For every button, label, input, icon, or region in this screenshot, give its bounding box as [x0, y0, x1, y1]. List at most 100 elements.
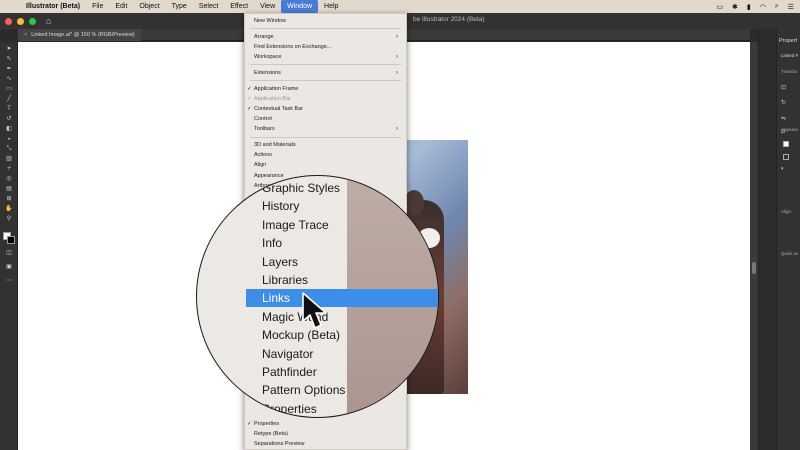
menu-item-retype-beta[interactable]: Retype (Beta) [245, 429, 406, 439]
menu-item-arrange[interactable]: Arrange › [245, 32, 406, 42]
hand-tool-icon[interactable]: ✋ [4, 206, 14, 213]
magnified-item-links[interactable]: Links [246, 289, 438, 308]
menu-object[interactable]: Object [133, 0, 165, 13]
menu-item-label: Application Bar [254, 95, 291, 102]
checkmark-icon: ✓ [247, 95, 252, 102]
menu-item-label: Separations Preview [254, 441, 305, 448]
opacity-icon[interactable]: ◐ [781, 166, 785, 172]
bluetooth-icon[interactable]: ✱ [732, 3, 738, 11]
magnified-item-navigator[interactable]: Navigator [197, 345, 438, 363]
magnified-item-label: Image Trace [262, 217, 329, 232]
panel-subtitle: Linked F [781, 53, 799, 58]
vertical-scrollbar[interactable] [750, 42, 758, 450]
magnified-item-label: Graphic Styles [262, 181, 341, 195]
menu-item-extensions[interactable]: Extensions › [245, 68, 406, 78]
magnified-item-info[interactable]: Info [197, 234, 438, 252]
menu-window[interactable]: Window [281, 0, 319, 13]
menu-file[interactable]: File [86, 0, 109, 13]
zoom-window-button[interactable] [29, 17, 36, 25]
shape-builder-tool-icon[interactable]: ◒ [4, 136, 14, 143]
control-center-icon[interactable]: ☰ [788, 3, 794, 11]
menu-item-actions[interactable]: Actions [245, 150, 406, 160]
menu-bar-items: Illustrator (Beta) File Edit Object Type Sele… [20, 0, 344, 13]
gradient-tool-icon[interactable]: ▥ [4, 156, 14, 163]
menu-type[interactable]: Type [166, 0, 193, 13]
magnified-item-label: Layers [262, 254, 299, 269]
magnified-item-properties[interactable]: Properties ✓ [197, 400, 438, 417]
properties-tab[interactable]: Propert [779, 38, 797, 44]
direct-selection-tool-icon[interactable]: ⇖ [4, 56, 14, 63]
graph-tool-icon[interactable]: ▤ [4, 186, 14, 193]
wifi-icon[interactable]: ◠ [760, 3, 766, 11]
menu-item-properties[interactable]: Properties ✓ [245, 419, 406, 429]
checkmark-icon: ✓ [247, 105, 252, 112]
flip-icon[interactable]: ⇋ [781, 115, 786, 122]
scale-tool-icon[interactable]: ⤡ [4, 146, 14, 153]
drawing-modes-icon[interactable]: ◫ [4, 250, 14, 257]
menu-illustrator-beta[interactable]: Illustrator (Beta) [20, 0, 86, 13]
menu-view[interactable]: View [254, 0, 281, 13]
menu-item-label: Extensions [254, 69, 281, 76]
blend-tool-icon[interactable]: ◎ [4, 176, 14, 183]
screen-mode-icon[interactable]: ▣ [4, 264, 14, 271]
submenu-arrow-icon: › [396, 33, 398, 40]
magnified-item-graphic-styles[interactable]: Graphic Styles [197, 179, 438, 197]
menu-help[interactable]: Help [318, 0, 344, 13]
line-tool-icon[interactable]: ╱ [4, 96, 14, 103]
magnified-item-label: Libraries [262, 273, 309, 287]
curvature-tool-icon[interactable]: ∿ [4, 76, 14, 83]
menu-item-separations-preview[interactable]: Separations Preview [245, 439, 406, 449]
menu-effect[interactable]: Effect [224, 0, 254, 13]
stroke-swatch[interactable] [7, 236, 15, 244]
eyedropper-tool-icon[interactable]: ⌿ [4, 166, 14, 173]
search-icon[interactable]: ⌕ [775, 3, 779, 11]
magnified-item-history[interactable]: History [197, 197, 438, 215]
menu-item-label: Arrange [254, 33, 274, 40]
rotate-icon[interactable]: ↻ [781, 99, 786, 106]
stroke-appearance-swatch[interactable] [783, 154, 789, 160]
menu-item-new-window[interactable]: New Window [245, 16, 406, 26]
transform-icon[interactable]: ⊡ [781, 84, 786, 91]
pen-tool-icon[interactable]: ✒ [4, 66, 14, 73]
menu-item-workspace[interactable]: Workspace › [245, 52, 406, 62]
menu-item-contextual-task-bar[interactable]: Contextual Task Bar ✓ [245, 104, 406, 114]
home-icon[interactable]: ⌂ [46, 16, 51, 26]
magnified-item-image-trace[interactable]: Image Trace [197, 216, 438, 234]
menu-item-label: Application Frame [254, 85, 299, 92]
appearance-label: Appeara [781, 127, 799, 132]
menu-item-control[interactable]: Control [245, 114, 406, 124]
menu-select[interactable]: Select [193, 0, 224, 13]
menu-item-application-frame[interactable]: Application Frame ✓ [245, 84, 406, 94]
more-tools-icon[interactable]: ⋯ [4, 278, 14, 285]
zoom-tool-icon[interactable]: ⚲ [4, 216, 14, 223]
menu-item-align[interactable]: Align [245, 160, 406, 170]
window-title: be Illustrator 2024 (Beta) [413, 16, 485, 23]
close-window-button[interactable] [5, 17, 12, 25]
menu-item-3d-and-materials[interactable]: 3D and Materials [245, 140, 406, 150]
window-icon[interactable]: ▭ [716, 3, 723, 11]
menu-item-label: 3D and Materials [254, 142, 296, 148]
menu-item-toolbars[interactable]: Toolbars › [245, 124, 406, 134]
menu-edit[interactable]: Edit [109, 0, 133, 13]
close-tab-icon[interactable]: × [24, 32, 27, 38]
tools-panel: ➤ ⇖ ✒ ∿ ▭ ╱ T ↺ ◧ ◒ ⤡ ▥ ⌿ ◎ ▤ ⊞ ✋ ⚲ ◫ ▣ … [0, 42, 18, 450]
magnified-item-libraries[interactable]: Libraries [197, 271, 438, 289]
artboard-tool-icon[interactable]: ⊞ [4, 196, 14, 203]
menu-item-label: Actions [254, 152, 273, 159]
menu-item-find-extensions-on-exchange[interactable]: Find Extensions on Exchange... [245, 42, 406, 52]
eraser-tool-icon[interactable]: ◧ [4, 126, 14, 133]
rotate-tool-icon[interactable]: ↺ [4, 116, 14, 123]
type-tool-icon[interactable]: T [4, 106, 14, 113]
scrollbar-thumb[interactable] [752, 262, 756, 274]
magnified-item-pattern-options[interactable]: Pattern Options [197, 381, 438, 399]
menu-item-label: Toolbars [254, 126, 275, 133]
document-tab[interactable]: × Linked Image.ai* @ 150 % (RGB/Preview) [18, 29, 141, 41]
fill-appearance-swatch[interactable] [783, 141, 789, 147]
minimize-window-button[interactable] [17, 17, 24, 25]
magnified-item-pathfinder[interactable]: Pathfinder [197, 363, 438, 381]
mouse-cursor-icon [302, 292, 327, 329]
rectangle-tool-icon[interactable]: ▭ [4, 86, 14, 93]
battery-icon[interactable]: ▮ [747, 3, 751, 11]
selection-tool-icon[interactable]: ➤ [4, 46, 14, 53]
magnified-item-layers[interactable]: Layers [197, 253, 438, 271]
